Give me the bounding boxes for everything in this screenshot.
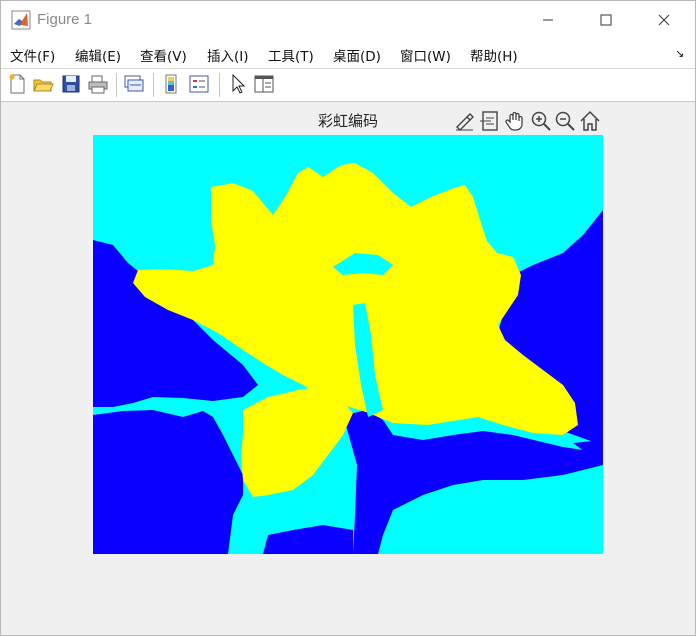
- zoom-out-icon[interactable]: [553, 109, 577, 133]
- minimize-button[interactable]: [525, 1, 571, 39]
- select-arrow-icon[interactable]: [226, 72, 250, 96]
- window-title: Figure 1: [37, 11, 93, 28]
- new-figure-icon[interactable]: [5, 72, 29, 96]
- brush-icon[interactable]: [453, 109, 477, 133]
- open-file-icon[interactable]: [31, 72, 55, 96]
- home-icon[interactable]: [578, 109, 602, 133]
- figure-window: Figure 1 文件(F) 编辑(E) 查看(V) 插入(I) 工具(T) 桌…: [0, 0, 696, 636]
- dock-arrow-icon[interactable]: ↘: [675, 47, 684, 60]
- menu-file[interactable]: 文件(F): [10, 45, 55, 65]
- menu-bar: 文件(F) 编辑(E) 查看(V) 插入(I) 工具(T) 桌面(D) 窗口(W…: [1, 39, 695, 69]
- pan-hand-icon[interactable]: [503, 109, 527, 133]
- menu-edit[interactable]: 编辑(E): [75, 45, 121, 65]
- menu-insert[interactable]: 插入(I): [207, 45, 249, 65]
- data-tips-icon[interactable]: [478, 109, 502, 133]
- figure-toolbar: [1, 69, 695, 102]
- maximize-button[interactable]: [583, 1, 629, 39]
- menu-window[interactable]: 窗口(W): [400, 45, 451, 65]
- toolbar-separator: [116, 73, 117, 97]
- close-icon: [658, 14, 670, 26]
- link-plot-icon[interactable]: [122, 72, 146, 96]
- minimize-icon: [543, 19, 553, 21]
- zoom-in-icon[interactable]: [529, 109, 553, 133]
- menu-help[interactable]: 帮助(H): [470, 45, 518, 65]
- property-inspector-icon[interactable]: [252, 72, 276, 96]
- toolbar-separator: [219, 73, 220, 97]
- menu-tools[interactable]: 工具(T): [268, 45, 314, 65]
- toolbar-separator: [153, 73, 154, 97]
- title-bar[interactable]: Figure 1: [1, 1, 695, 39]
- rainbow-coded-image: [93, 135, 603, 554]
- matlab-logo-icon: [11, 10, 31, 30]
- image-display[interactable]: [93, 135, 603, 554]
- close-button[interactable]: [641, 1, 687, 39]
- colorbar-icon[interactable]: [160, 72, 184, 96]
- image-dark-region: [93, 410, 243, 554]
- menu-desktop[interactable]: 桌面(D): [333, 45, 381, 65]
- print-icon[interactable]: [86, 72, 110, 96]
- legend-icon[interactable]: [187, 72, 211, 96]
- menu-view[interactable]: 查看(V): [140, 45, 187, 65]
- save-icon[interactable]: [59, 72, 83, 96]
- maximize-icon: [600, 14, 612, 26]
